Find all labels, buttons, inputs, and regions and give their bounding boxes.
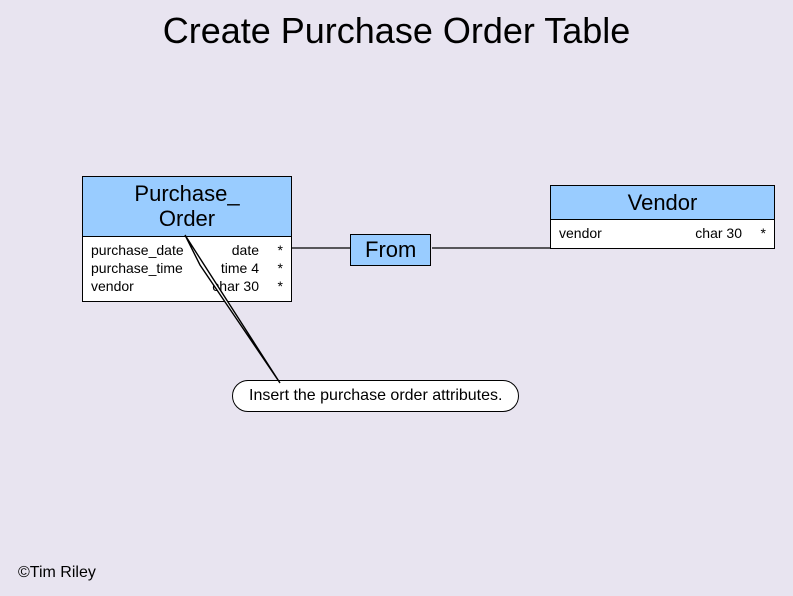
attr-required-mark: * [269, 241, 283, 259]
attr-type: char 30 [212, 277, 259, 295]
attr-name: purchase_date [91, 241, 222, 259]
slide-title: Create Purchase Order Table [0, 10, 793, 52]
attr-required-mark: * [269, 277, 283, 295]
entity-vendor-header: Vendor [551, 186, 774, 220]
attr-name: vendor [559, 224, 685, 242]
table-row: vendor char 30 * [559, 224, 766, 242]
copyright: ©Tim Riley [18, 564, 96, 582]
entity-purchase-order-header: Purchase_ Order [83, 177, 291, 237]
attr-name: purchase_time [91, 259, 211, 277]
relationship-from: From [350, 234, 431, 266]
callout-insert-attributes: Insert the purchase order attributes. [232, 380, 519, 412]
attr-required-mark: * [269, 259, 283, 277]
attr-required-mark: * [752, 224, 766, 242]
entity-vendor-body: vendor char 30 * [551, 220, 774, 248]
attr-name: vendor [91, 277, 202, 295]
entity-purchase-order-body: purchase_date date * purchase_time time … [83, 237, 291, 302]
attr-type: char 30 [695, 224, 742, 242]
attr-type: date [232, 241, 259, 259]
attr-type: time 4 [221, 259, 259, 277]
table-row: purchase_time time 4 * [91, 259, 283, 277]
entity-purchase-order: Purchase_ Order purchase_date date * pur… [82, 176, 292, 302]
table-row: purchase_date date * [91, 241, 283, 259]
entity-vendor: Vendor vendor char 30 * [550, 185, 775, 249]
table-row: vendor char 30 * [91, 277, 283, 295]
